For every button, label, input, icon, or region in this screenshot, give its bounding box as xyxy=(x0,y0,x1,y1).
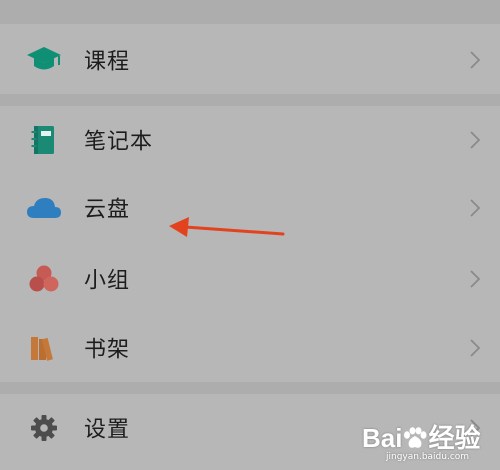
menu-item-label: 课程 xyxy=(84,49,131,75)
menu-item-group[interactable]: 小组 xyxy=(0,245,500,313)
paw-logo-icon xyxy=(402,425,428,448)
menu-item-label: 小组 xyxy=(84,268,131,294)
watermark-brand-bai: Bai xyxy=(362,423,403,453)
baidu-watermark: Bai 经验 jingyan.baidu.com xyxy=(362,416,494,468)
chevron-right-icon xyxy=(470,270,481,288)
group-circles-icon xyxy=(26,261,62,297)
watermark-brand: Bai 经验 xyxy=(362,418,480,455)
menu-item-label: 设置 xyxy=(84,417,131,443)
annotation-arrow xyxy=(169,217,285,237)
chevron-right-icon xyxy=(470,339,481,357)
chevron-right-icon xyxy=(470,199,481,217)
notebook-icon xyxy=(26,122,62,158)
graduation-cap-icon xyxy=(26,42,62,78)
top-divider xyxy=(0,0,500,24)
menu-screen: 课程 笔记本 云盘 小组 书架 设置 Bai 经验 jingyan.baidu.… xyxy=(0,0,500,470)
bookshelf-icon xyxy=(26,330,62,366)
menu-item-bookshelf[interactable]: 书架 xyxy=(0,314,500,382)
chevron-right-icon xyxy=(470,51,481,69)
cloud-icon xyxy=(26,190,62,226)
section-divider-2 xyxy=(0,382,500,394)
watermark-brand-jingyan: 经验 xyxy=(428,423,481,453)
watermark-url: jingyan.baidu.com xyxy=(386,452,470,462)
section-divider-1 xyxy=(0,94,500,106)
menu-item-notebook[interactable]: 笔记本 xyxy=(0,106,500,174)
menu-item-course[interactable]: 课程 xyxy=(0,26,500,94)
menu-item-label: 书架 xyxy=(84,337,131,363)
menu-item-label: 笔记本 xyxy=(84,129,154,155)
chevron-right-icon xyxy=(470,131,481,149)
menu-item-label: 云盘 xyxy=(84,197,131,223)
gear-icon xyxy=(26,410,62,446)
